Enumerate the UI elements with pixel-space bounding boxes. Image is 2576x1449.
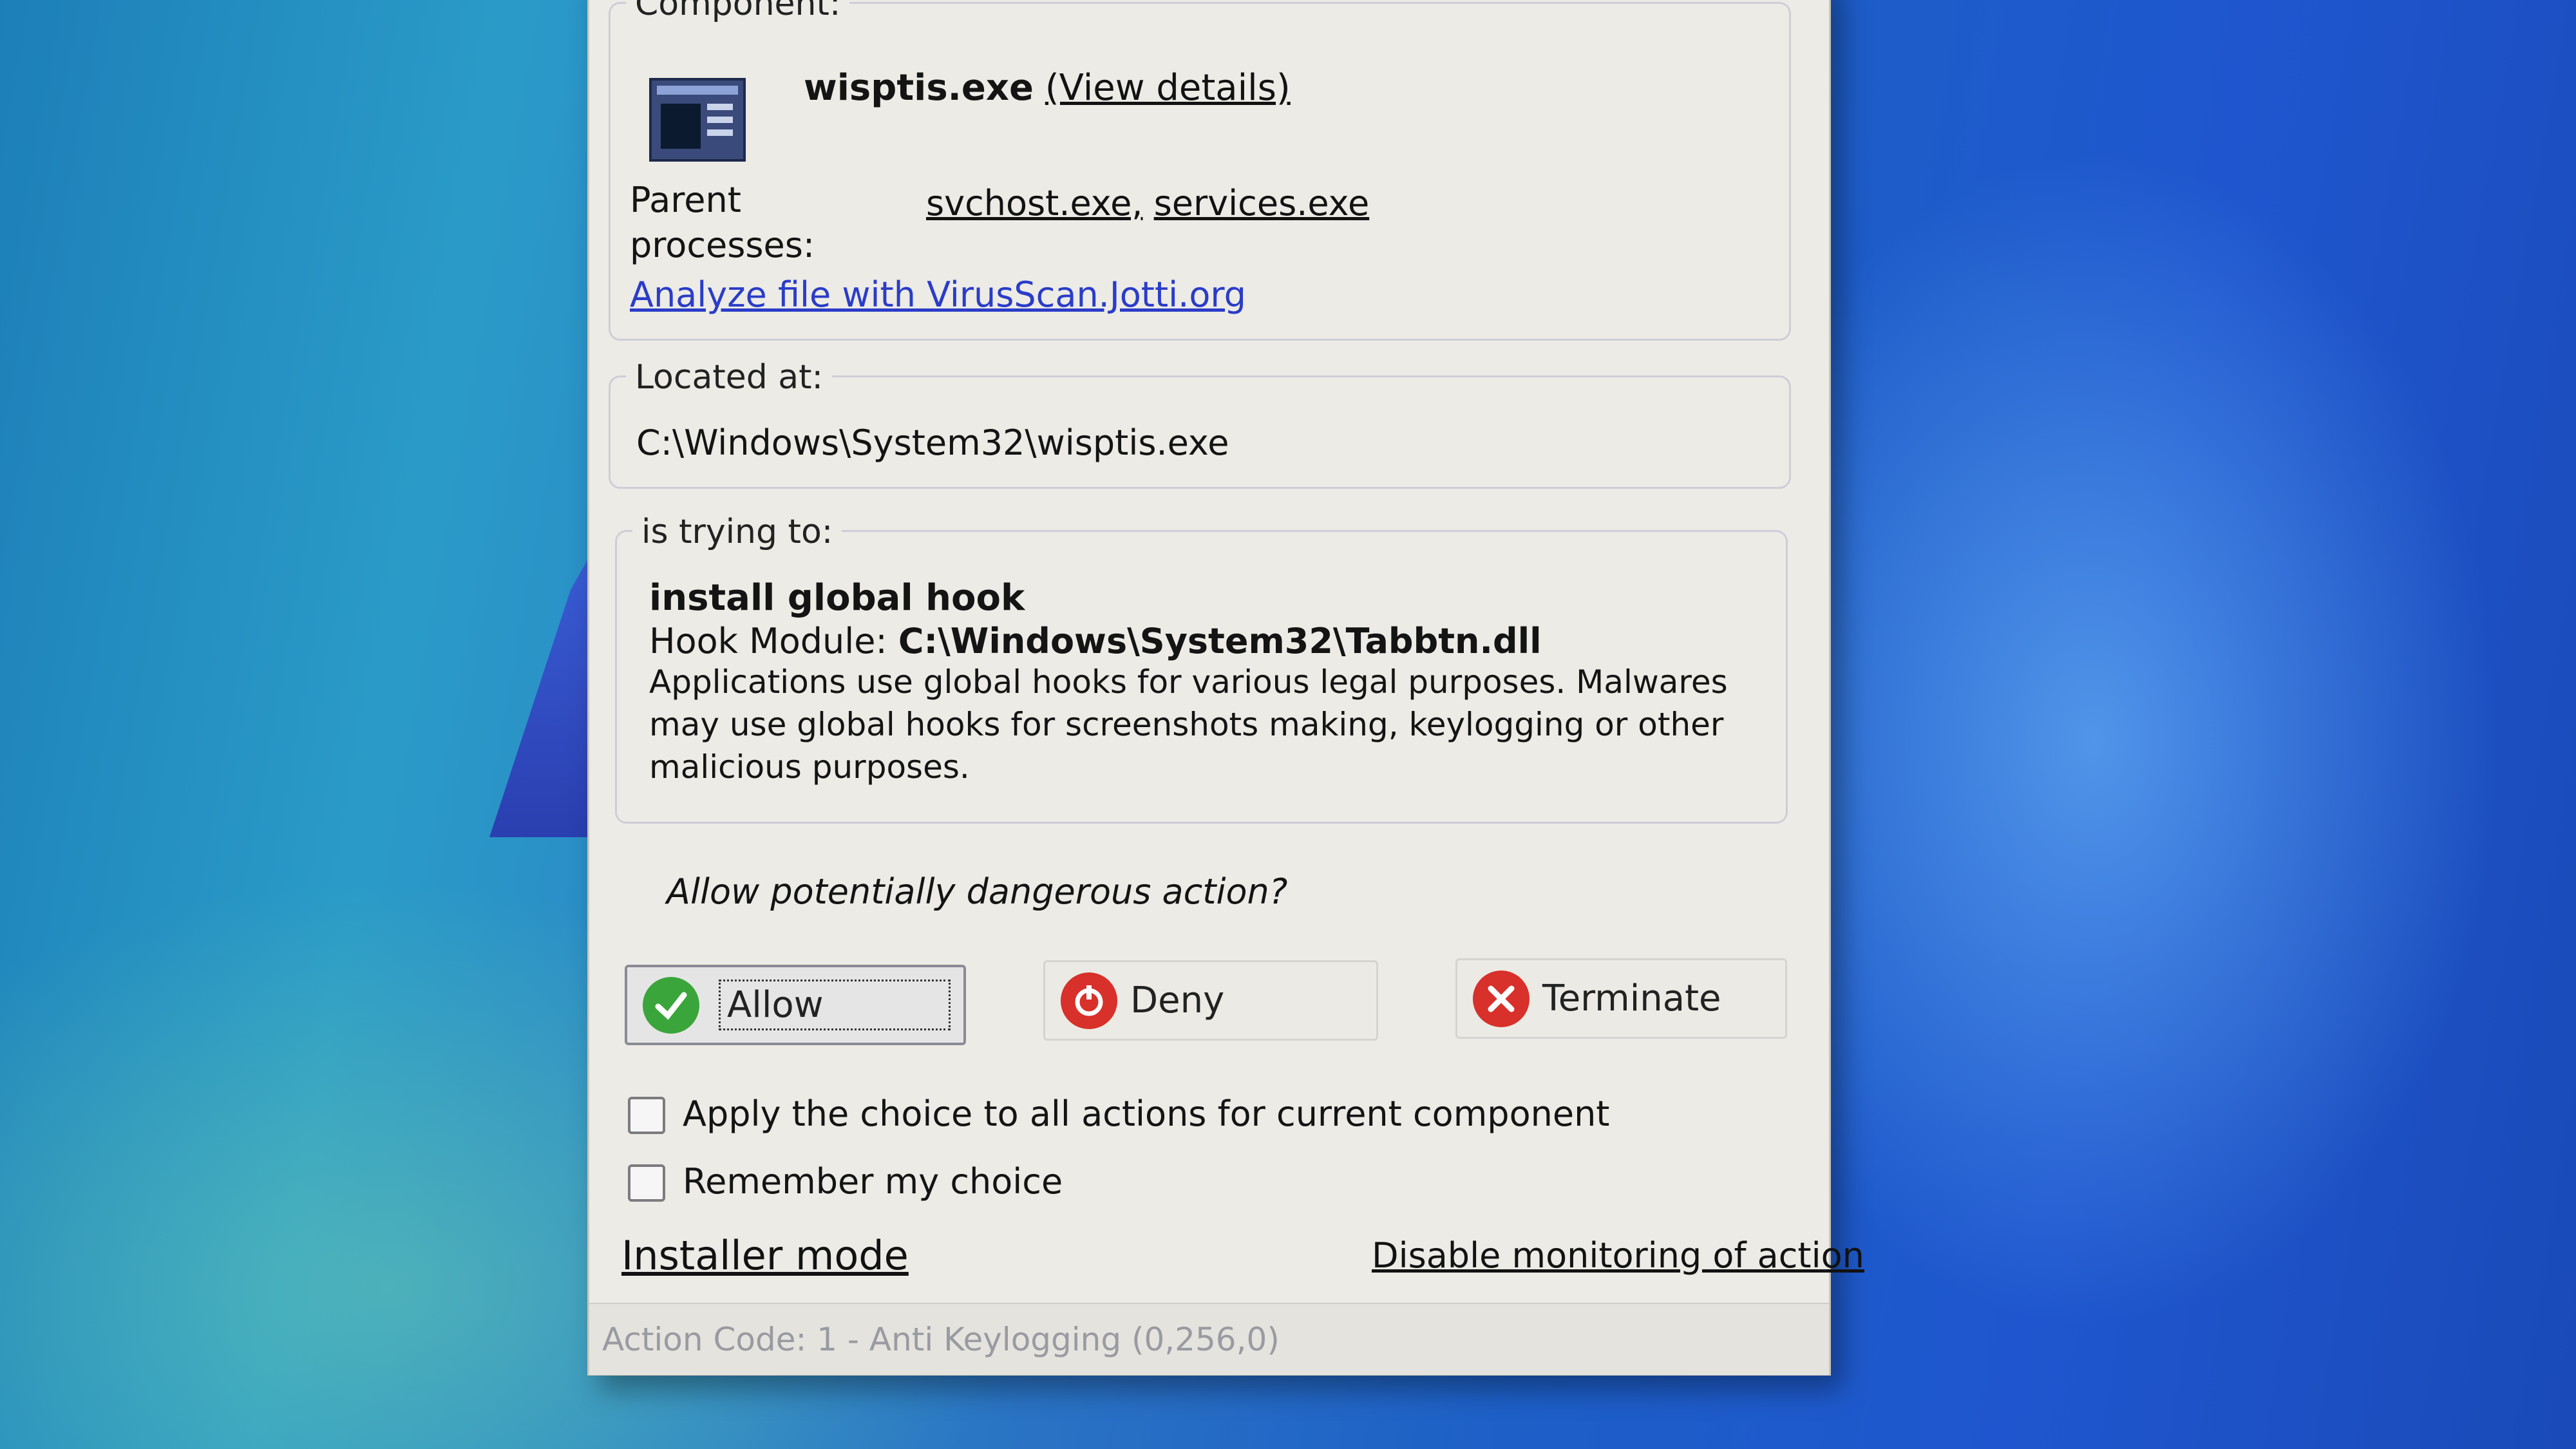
component-legend: Component:: [626, 0, 850, 23]
parent-process-svchost-link[interactable]: svchost.exe,: [926, 183, 1142, 223]
location-legend: Located at:: [626, 358, 833, 397]
terminate-button[interactable]: Terminate: [1455, 958, 1787, 1039]
parent-process-services-link[interactable]: services.exe: [1154, 183, 1370, 223]
action-description: Applications use global hooks for variou…: [649, 661, 1728, 788]
application-window-icon: [649, 78, 746, 162]
apply-all-checkbox[interactable]: [628, 1097, 665, 1134]
status-bar: Action Code: 1 - Anti Keylogging (0,256,…: [589, 1303, 1829, 1375]
allow-button-label: Allow: [719, 980, 951, 1030]
parent-label-line2: processes:: [630, 225, 815, 265]
checkmark-icon: [643, 976, 699, 1034]
location-group: Located at: C:\Windows\System32\wisptis.…: [609, 358, 1791, 489]
action-group: is trying to: install global hook Hook M…: [615, 513, 1788, 824]
hook-module-path: C:\Windows\System32\Tabbtn.dll: [898, 621, 1542, 661]
view-details-link[interactable]: (View details): [1045, 67, 1291, 109]
action-code-status: Action Code: 1 - Anti Keylogging (0,256,…: [602, 1321, 1280, 1358]
terminate-x-icon: [1473, 970, 1530, 1027]
action-description-line3: malicious purposes.: [649, 748, 970, 786]
deny-button[interactable]: Deny: [1043, 960, 1378, 1041]
deny-stop-icon: [1061, 972, 1117, 1029]
allow-question: Allow potentially dangerous action?: [667, 871, 1288, 912]
terminate-button-label: Terminate: [1542, 978, 1721, 1019]
parent-processes-label: Parent processes:: [630, 178, 815, 268]
deny-button-label: Deny: [1130, 980, 1225, 1021]
action-description-line1: Applications use global hooks for variou…: [649, 663, 1728, 701]
component-filename-line: wisptis.exe (View details): [804, 67, 1291, 109]
analyze-file-link[interactable]: Analyze file with VirusScan.Jotti.org: [630, 274, 1246, 315]
security-alert-dialog: Component: wisptis.exe (View details) Pa…: [587, 0, 1864, 1376]
allow-button[interactable]: Allow: [625, 965, 966, 1045]
apply-all-label[interactable]: Apply the choice to all actions for curr…: [683, 1094, 1609, 1134]
action-legend: is trying to:: [632, 513, 842, 551]
parent-processes-links: svchost.exe, services.exe: [926, 183, 1369, 223]
parent-label-line1: Parent: [630, 180, 741, 220]
hook-module-label: Hook Module:: [649, 621, 887, 661]
action-title: install global hook: [649, 577, 1025, 619]
installer-mode-link[interactable]: Installer mode: [621, 1232, 909, 1279]
disable-monitoring-link[interactable]: Disable monitoring of action: [1372, 1235, 1864, 1276]
hook-module-line: Hook Module: C:\Windows\System32\Tabbtn.…: [649, 621, 1542, 661]
component-group: Component: wisptis.exe (View details) Pa…: [609, 0, 1791, 341]
remember-choice-checkbox[interactable]: [628, 1164, 665, 1202]
component-filename: wisptis.exe: [804, 67, 1034, 109]
location-path: C:\Windows\System32\wisptis.exe: [636, 422, 1229, 463]
action-description-line2: may use global hooks for screenshots mak…: [649, 706, 1724, 743]
remember-choice-label[interactable]: Remember my choice: [683, 1161, 1063, 1202]
